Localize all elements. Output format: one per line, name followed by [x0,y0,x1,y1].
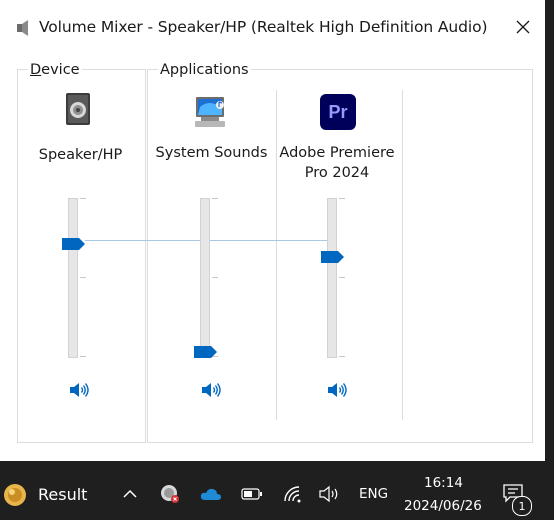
device-volume-slider[interactable] [62,198,90,358]
taskbar-time[interactable]: 16:14 [424,475,463,491]
device-name: Speaker/HP [38,147,123,163]
slider-thumb[interactable] [321,251,345,264]
slider-track [68,198,78,358]
window-title: Volume Mixer - Speaker/HP (Realtek High … [39,18,488,36]
weather-label: Result [38,485,88,504]
slider-thumb[interactable] [194,346,218,358]
premiere-pro-name-line1: Adobe Premiere [279,145,395,161]
system-sounds-volume-slider[interactable] [194,198,222,358]
onedrive-cloud-icon[interactable] [200,487,222,501]
premiere-pro-volume-slider[interactable] [321,198,349,358]
volume-mixer-window: Volume Mixer - Speaker/HP (Realtek High … [0,0,545,461]
column-separator [276,90,277,420]
slider-track [327,198,337,358]
close-icon [516,20,530,34]
slider-tick [339,277,345,278]
device-group-label: Device [28,62,82,78]
slider-track [200,198,210,358]
slider-tick [212,277,218,278]
volume-icon[interactable] [319,485,341,503]
wifi-icon[interactable] [283,485,303,503]
chevron-up-icon[interactable] [122,488,138,500]
speaker-volume-icon[interactable] [327,380,349,400]
close-button[interactable] [507,11,539,43]
taskbar: Result ENG 16:14 2024/06/26 1 [0,470,554,520]
slider-tick [212,198,218,199]
notification-button[interactable]: 1 [500,482,536,516]
slider-tick [339,356,345,357]
applications-group-label: Applications [158,62,251,78]
speaker-device-icon [66,93,90,125]
antivirus-icon[interactable] [160,484,180,504]
title-bar: Volume Mixer - Speaker/HP (Realtek High … [0,0,545,56]
column-separator [402,90,403,420]
premiere-pro-icon-text: Pr [328,101,348,122]
premiere-pro-icon: Pr [320,94,356,130]
weather-widget[interactable]: Result [0,478,100,512]
speaker-icon [17,20,28,36]
notification-count: 1 [518,499,526,513]
speaker-volume-icon[interactable] [69,380,91,400]
weather-icon [4,484,26,506]
speaker-volume-icon[interactable] [201,380,223,400]
notification-badge: 1 [512,496,532,516]
premiere-pro-name-line2: Pro 2024 [304,165,370,181]
slider-tick [80,198,86,199]
language-indicator[interactable]: ENG [359,486,388,502]
slider-tick [80,356,86,357]
system-sounds-name: System Sounds [155,145,268,161]
system-sounds-icon [195,97,225,127]
battery-icon[interactable] [241,488,263,500]
taskbar-date[interactable]: 2024/06/26 [404,498,482,514]
slider-thumb[interactable] [62,237,86,250]
slider-tick [80,277,86,278]
slider-tick [339,198,345,199]
premiere-pro-name: Adobe Premiere Pro 2024 [277,143,397,183]
